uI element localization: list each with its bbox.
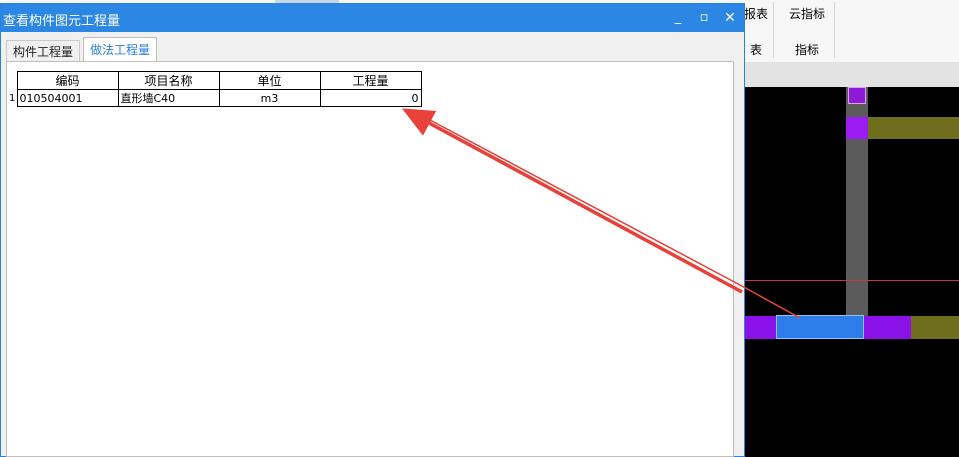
wall-node-upper[interactable] [846,117,868,139]
cell-code[interactable]: 010504001 [16,89,119,107]
cloud-index-button[interactable]: 云指标 [782,5,832,22]
ribbon-group-label-index: 指标 [794,43,819,57]
table-header-row: 编码 项目名称 单位 工程量 [9,71,422,90]
beam-element-upper[interactable] [868,117,959,139]
tab-component-quantity[interactable]: 构件工程量 [6,40,81,62]
column-header-name[interactable]: 项目名称 [117,71,220,90]
ribbon-separator [834,2,835,58]
wall-element-middle[interactable] [864,316,911,339]
table-row[interactable]: 1 010504001 直形墙C40 m3 0 [9,89,422,107]
tab-panel: 编码 项目名称 单位 工程量 1 010504001 直形墙C40 m3 0 [6,61,734,457]
minimize-button[interactable]: _ [668,8,688,28]
column-cap-element[interactable] [848,87,866,104]
column-header-quantity[interactable]: 工程量 [319,71,422,90]
quantity-dialog: 查看构件图元工程量 _ ▫ ✕ 构件工程量 做法工程量 编码 项目名称 单位 工… [0,3,745,457]
wall-element-left[interactable] [745,316,776,339]
dialog-title: 查看构件图元工程量 [3,14,121,29]
cell-name[interactable]: 直形墙C40 [117,89,220,107]
row-header-corner [9,71,18,90]
cell-unit[interactable]: m3 [218,89,321,107]
close-button[interactable]: ✕ [720,8,740,28]
beam-element-right[interactable] [911,316,959,339]
maximize-button[interactable]: ▫ [694,8,714,28]
selected-wall-element[interactable] [776,315,864,339]
report-button[interactable]: 报表 [742,5,770,22]
column-header-unit[interactable]: 单位 [218,71,321,90]
cell-quantity[interactable]: 0 [319,89,422,107]
axis-line [745,280,959,281]
ribbon-group-label-report: 表 [749,43,762,57]
tab-method-quantity[interactable]: 做法工程量 [83,37,158,62]
row-index: 1 [9,89,18,107]
ribbon-separator [773,2,774,58]
dialog-titlebar[interactable]: 查看构件图元工程量 _ ▫ ✕ [1,4,744,32]
view-toolbar [745,62,959,88]
column-header-code[interactable]: 编码 [16,71,119,90]
quantity-table: 编码 项目名称 单位 工程量 1 010504001 直形墙C40 m3 0 [9,71,422,107]
drawing-canvas[interactable] [745,87,959,457]
